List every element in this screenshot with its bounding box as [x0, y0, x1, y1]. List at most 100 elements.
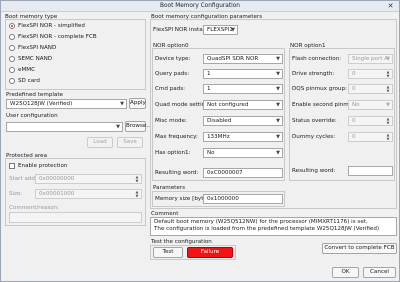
max-frequency-label: Max frequency: [155, 134, 198, 140]
load-button[interactable]: Load [87, 137, 113, 148]
has-option1-select[interactable]: No ▼ [203, 148, 283, 158]
resulting-word-option1-field[interactable] [348, 166, 393, 176]
comment-reason-input[interactable] [9, 212, 142, 223]
start-address-field[interactable]: 0x00000000 ▲ ▼ [35, 174, 142, 184]
misc-mode-select[interactable]: Disabled ▼ [203, 116, 283, 126]
status-override-value: 0 [352, 118, 356, 124]
cancel-button[interactable]: Cancel [363, 267, 396, 278]
user-configuration-title: User configuration [6, 113, 58, 119]
test-button[interactable]: Test [153, 247, 183, 258]
radio-label: FlexSPI NOR - simplified [18, 23, 85, 29]
dummy-cycles-field[interactable]: 0 ▲ ▼ [348, 132, 393, 142]
flash-connection-label: Flash connection: [292, 56, 342, 62]
flash-connection-select[interactable]: Single port A ▼ [348, 54, 393, 64]
memory-size-value: 0x1000000 [207, 196, 239, 202]
apply-button[interactable]: Apply [129, 98, 146, 109]
radio-label: FlexSPI NAND [18, 45, 57, 51]
size-value: 0x00001000 [39, 191, 75, 197]
browse-button[interactable]: Browse... [125, 121, 152, 132]
radio-sd-card[interactable] [9, 78, 15, 84]
query-pads-label: Query pads: [155, 71, 190, 77]
radio-flexspi-nor-complete-fcb[interactable] [9, 34, 15, 40]
user-configuration-select[interactable]: ▼ [6, 122, 123, 132]
memory-size-field[interactable]: 0x1000000 [203, 194, 283, 204]
boot-memory-type-title: Boot memory type [5, 14, 58, 20]
convert-to-complete-fcb-button[interactable]: Convert to complete FCB [322, 243, 397, 254]
drive-strength-value: 0 [352, 71, 356, 77]
radio-semc-nand[interactable] [9, 56, 15, 62]
resulting-word-value: 0xC0000007 [207, 170, 243, 176]
chevron-down-icon: ▼ [386, 56, 390, 62]
chevron-down-icon: ▼ [276, 134, 280, 140]
misc-mode-value: Disabled [207, 118, 232, 124]
dummy-cycles-label: Dummy cycles: [292, 134, 336, 140]
test-configuration-title: Test the configuration [151, 239, 212, 245]
spin-arrows-icon: ▲ ▼ [386, 70, 390, 78]
parameters-title: Parameters [153, 185, 186, 191]
comment-reason-label: Comment/reason: [9, 205, 60, 211]
chevron-down-icon: ▼ [276, 86, 280, 92]
has-option1-value: No [207, 150, 215, 156]
radio-label: SD card [18, 78, 40, 84]
cmd-pads-label: Cmd pads: [155, 86, 186, 92]
device-type-select[interactable]: QuadSPI SDR NOR ▼ [203, 54, 283, 64]
cmd-pads-value: 1 [207, 86, 211, 92]
radio-label: eMMC [18, 67, 35, 73]
drive-strength-label: Drive strength: [292, 71, 335, 77]
nor-option1-group [289, 48, 395, 181]
enable-second-pinmux-select[interactable]: No ▼ [348, 100, 393, 110]
resulting-word-field[interactable]: 0xC0000007 [203, 168, 283, 178]
drive-strength-field[interactable]: 0 ▲ ▼ [348, 69, 393, 79]
dqs-pinmux-field[interactable]: 0 ▲ ▼ [348, 84, 393, 94]
status-override-label: Status override: [292, 118, 337, 124]
nor-option1-title: NOR option1 [290, 43, 326, 49]
window-title: Boot Memory Configuration [160, 3, 240, 9]
chevron-down-icon: ▼ [276, 118, 280, 124]
misc-mode-label: Misc mode: [155, 118, 187, 124]
spin-arrows-icon: ▲ ▼ [386, 85, 390, 93]
query-pads-select[interactable]: 1 ▼ [203, 69, 283, 79]
nor-option0-title: NOR option0 [153, 43, 189, 49]
nor-option0-group [152, 48, 285, 181]
device-type-value: QuadSPI SDR NOR [207, 56, 259, 62]
enable-protection-checkbox[interactable] [9, 163, 15, 169]
radio-emmc[interactable] [9, 67, 15, 73]
radio-flexspi-nand[interactable] [9, 45, 15, 51]
enable-protection-label: Enable protection [18, 163, 68, 169]
spin-arrows-icon: ▲ ▼ [386, 117, 390, 125]
device-type-label: Device type: [155, 56, 191, 62]
save-button[interactable]: Save [117, 137, 143, 148]
radio-label: SEMC NAND [18, 56, 53, 62]
comment-textbox[interactable]: Default boot memory (W25Q512NW) for the … [150, 217, 397, 236]
comment-line-2: The configuration is loaded from the pre… [154, 226, 380, 232]
predefined-template-value: W25Q128JW (Verified) [10, 101, 73, 107]
start-address-value: 0x00000000 [39, 176, 75, 182]
predefined-template-select[interactable]: W25Q128JW (Verified) ▼ [6, 99, 127, 109]
chevron-down-icon: ▼ [276, 150, 280, 156]
spin-arrows-icon: ▲ ▼ [135, 190, 139, 198]
predefined-template-title: Predefined template [6, 92, 63, 98]
query-pads-value: 1 [207, 71, 211, 77]
close-icon[interactable]: ✕ [386, 2, 395, 11]
dummy-cycles-value: 0 [352, 134, 356, 140]
flexspi-instance-value: FLEXSPI1 [207, 27, 233, 33]
ok-button[interactable]: OK [332, 267, 359, 278]
failure-status: Failure [187, 247, 233, 258]
max-frequency-select[interactable]: 133MHz ▼ [203, 132, 283, 142]
radio-flexspi-nor-simplified[interactable] [9, 23, 15, 29]
chevron-down-icon: ▼ [231, 27, 235, 33]
cmd-pads-select[interactable]: 1 ▼ [203, 84, 283, 94]
protected-area-title: Protected area [6, 153, 48, 159]
flexspi-instance-select[interactable]: FLEXSPI1 ▼ [203, 25, 238, 35]
chevron-down-icon: ▼ [386, 102, 390, 108]
quad-mode-select[interactable]: Not configured ▼ [203, 100, 283, 110]
boot-memory-parameters-title: Boot memory configuration parameters [151, 14, 263, 20]
chevron-down-icon: ▼ [276, 56, 280, 62]
max-frequency-value: 133MHz [207, 134, 230, 140]
size-label: Size: [9, 191, 23, 197]
dqs-pinmux-value: 0 [352, 86, 356, 92]
status-override-field[interactable]: 0 ▲ ▼ [348, 116, 393, 126]
size-field[interactable]: 0x00001000 ▲ ▼ [35, 189, 142, 199]
dqs-pinmux-label: DQS pinmux group: [292, 86, 347, 92]
has-option1-label: Has option1: [155, 150, 191, 156]
